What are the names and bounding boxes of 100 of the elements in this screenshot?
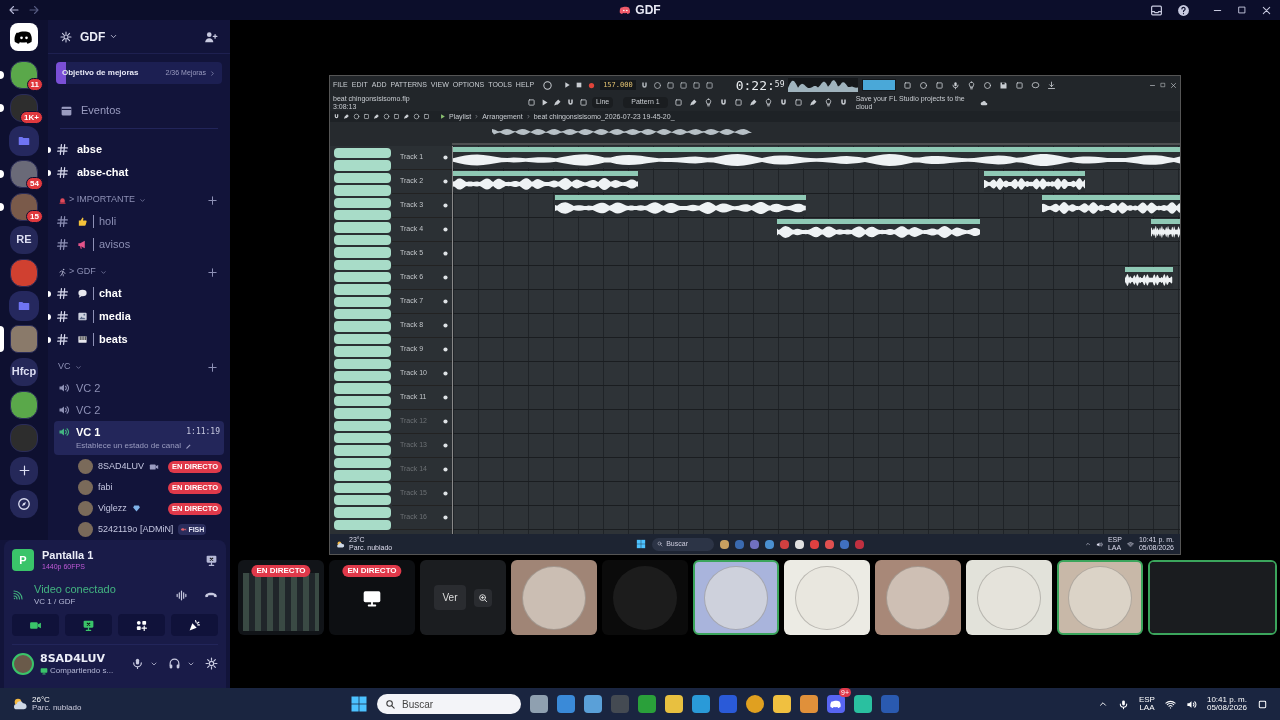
explore-button[interactable]	[10, 489, 38, 518]
channel-button[interactable]	[334, 494, 391, 506]
server-icon[interactable]	[10, 60, 38, 89]
toolbar-icon[interactable]	[527, 98, 536, 107]
home-button[interactable]	[10, 22, 38, 51]
channel-button[interactable]	[334, 358, 391, 370]
chat-bubble-icon[interactable]	[1031, 80, 1041, 90]
audio-clip[interactable]	[453, 147, 1180, 168]
toolbar-icon[interactable]	[748, 98, 758, 107]
toolbar-icon[interactable]	[343, 113, 350, 120]
channel-button[interactable]	[334, 433, 391, 444]
category-header[interactable]: > IMPORTANTE	[58, 193, 146, 207]
tempo-knob-icon[interactable]	[542, 79, 554, 91]
participant-tile[interactable]	[1057, 560, 1143, 635]
play-icon[interactable]	[563, 81, 572, 89]
audio-clip[interactable]	[1150, 219, 1180, 240]
channel-button[interactable]	[334, 333, 391, 345]
start-icon[interactable]	[636, 539, 647, 549]
start-icon[interactable]	[350, 695, 368, 713]
channel-item[interactable]: abse-chat	[56, 164, 129, 181]
channel-item[interactable]: chat	[56, 285, 122, 302]
app-icon[interactable]	[827, 695, 845, 713]
bulb-icon[interactable]	[967, 80, 977, 90]
channel-button[interactable]	[334, 420, 391, 431]
category-header[interactable]: VC	[58, 360, 82, 374]
toolbar-icon[interactable]	[808, 98, 818, 107]
speaker-icon[interactable]	[1185, 698, 1197, 710]
channel-button[interactable]	[334, 519, 391, 531]
zoom-button[interactable]	[473, 588, 492, 607]
app-icon[interactable]	[746, 695, 764, 713]
add-channel-icon[interactable]	[207, 194, 218, 206]
audio-clip[interactable]	[453, 171, 639, 192]
camera-button[interactable]	[12, 614, 59, 636]
record-icon[interactable]	[587, 80, 597, 90]
server-folder[interactable]	[9, 290, 39, 321]
member-name[interactable]: 8SAD4LUV	[98, 459, 145, 474]
member-name[interactable]: fabi	[98, 480, 113, 495]
channel-button[interactable]	[334, 148, 391, 159]
microphone-icon[interactable]	[131, 657, 144, 670]
wifi-icon[interactable]	[1164, 698, 1176, 710]
screen-share-button[interactable]	[65, 614, 112, 636]
audio-clip[interactable]	[776, 219, 981, 240]
voice-channel[interactable]: VC 2	[54, 377, 224, 399]
maximize-icon[interactable]	[1160, 82, 1166, 88]
help-icon[interactable]	[1177, 3, 1190, 17]
audio-clip[interactable]	[1041, 195, 1180, 216]
close-icon[interactable]	[1261, 4, 1272, 16]
mic-icon[interactable]	[951, 80, 961, 90]
channel-item[interactable]: avisos	[56, 236, 131, 253]
channel-button[interactable]	[334, 395, 391, 407]
voice-channel[interactable]: VC 2	[54, 399, 224, 421]
add-server-button[interactable]	[10, 456, 38, 485]
add-channel-icon[interactable]	[207, 361, 218, 373]
channel-button[interactable]	[334, 209, 391, 221]
member-name[interactable]: 5242119o [ADMiN]	[98, 522, 174, 537]
channel-item[interactable]: abse	[56, 141, 103, 158]
participant-tile[interactable]	[693, 560, 779, 635]
audio-clip[interactable]	[1125, 267, 1173, 288]
server-icon[interactable]	[10, 192, 38, 221]
maximize-icon[interactable]	[1237, 5, 1247, 15]
channel-button[interactable]	[334, 296, 391, 308]
participant-tile[interactable]: EN DIRECTO	[238, 560, 324, 635]
server-name[interactable]: GDF	[80, 27, 106, 46]
server-icon[interactable]	[10, 93, 38, 122]
magnet-icon[interactable]	[639, 80, 649, 90]
participant-tile[interactable]	[966, 560, 1052, 635]
channel-item[interactable]: holi	[56, 213, 117, 230]
participant-tile[interactable]: EN DIRECTO	[329, 560, 415, 635]
audio-clip[interactable]	[983, 171, 1086, 192]
participant-tile[interactable]	[875, 560, 961, 635]
toolbar-icon[interactable]	[373, 113, 380, 120]
speaker-icon[interactable]	[1095, 540, 1103, 548]
magnet-icon[interactable]	[566, 98, 575, 107]
category-header[interactable]: > GDF	[58, 265, 107, 279]
soundboard-button[interactable]	[171, 614, 218, 636]
brush-icon[interactable]	[553, 98, 562, 107]
microphone-icon[interactable]	[1117, 698, 1129, 710]
audio-clip[interactable]	[554, 195, 806, 216]
channel-button[interactable]	[334, 172, 391, 184]
chevron-up-icon[interactable]	[1097, 699, 1108, 709]
stop-icon[interactable]	[575, 81, 584, 89]
server-icon[interactable]: Hfcp	[10, 357, 38, 386]
soundwave-icon[interactable]	[175, 588, 188, 602]
channel-button[interactable]	[334, 309, 391, 320]
search-field[interactable]: Buscar	[377, 694, 521, 714]
invite-user-icon[interactable]	[204, 29, 218, 44]
channel-button[interactable]	[334, 482, 391, 493]
server-icon[interactable]	[10, 159, 38, 188]
stop-sharing-icon[interactable]	[205, 553, 218, 567]
toolbar-icon[interactable]	[579, 98, 588, 107]
channel-button[interactable]	[334, 234, 391, 246]
save-icon[interactable]	[999, 80, 1009, 90]
server-folder[interactable]	[9, 125, 39, 156]
channel-button[interactable]	[334, 457, 391, 469]
channel-item[interactable]: media	[56, 308, 131, 325]
toolbar-icon[interactable]	[763, 98, 773, 107]
voice-channel[interactable]: VC 1 1:11:19 Establece un estado de canal	[54, 421, 224, 455]
add-channel-icon[interactable]	[207, 266, 218, 278]
channel-button[interactable]	[334, 259, 391, 270]
close-icon[interactable]	[1170, 81, 1177, 89]
